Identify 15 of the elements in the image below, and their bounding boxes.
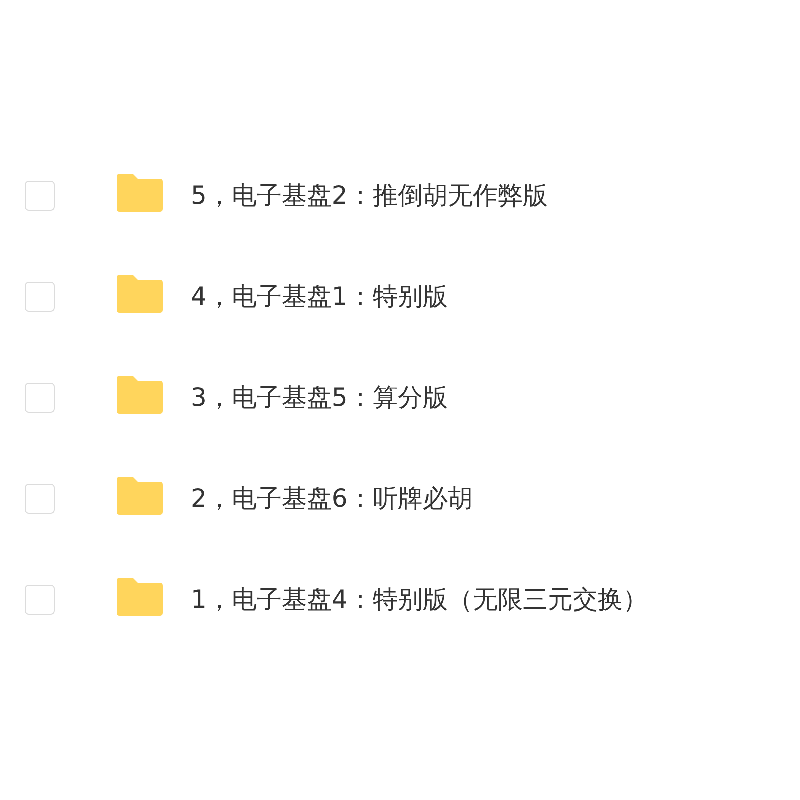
checkbox[interactable] xyxy=(25,484,55,514)
folder-name[interactable]: 5，电子基盘2：推倒胡无作弊版 xyxy=(191,179,548,212)
folder-name[interactable]: 3，电子基盘5：算分版 xyxy=(191,381,448,414)
folder-icon xyxy=(115,476,165,516)
folder-icon xyxy=(115,374,165,414)
folder-name[interactable]: 1，电子基盘4：特别版（无限三元交换） xyxy=(191,583,648,616)
folder-name[interactable]: 2，电子基盘6：听牌必胡 xyxy=(191,482,473,515)
folder-icon xyxy=(115,274,165,314)
checkbox[interactable] xyxy=(25,382,55,412)
checkbox[interactable] xyxy=(25,180,55,210)
checkbox[interactable] xyxy=(25,282,55,312)
folder-icon xyxy=(115,576,165,616)
checkbox[interactable] xyxy=(25,584,55,614)
folder-name[interactable]: 4，电子基盘1：特别版 xyxy=(191,280,448,313)
folder-icon xyxy=(115,172,165,212)
